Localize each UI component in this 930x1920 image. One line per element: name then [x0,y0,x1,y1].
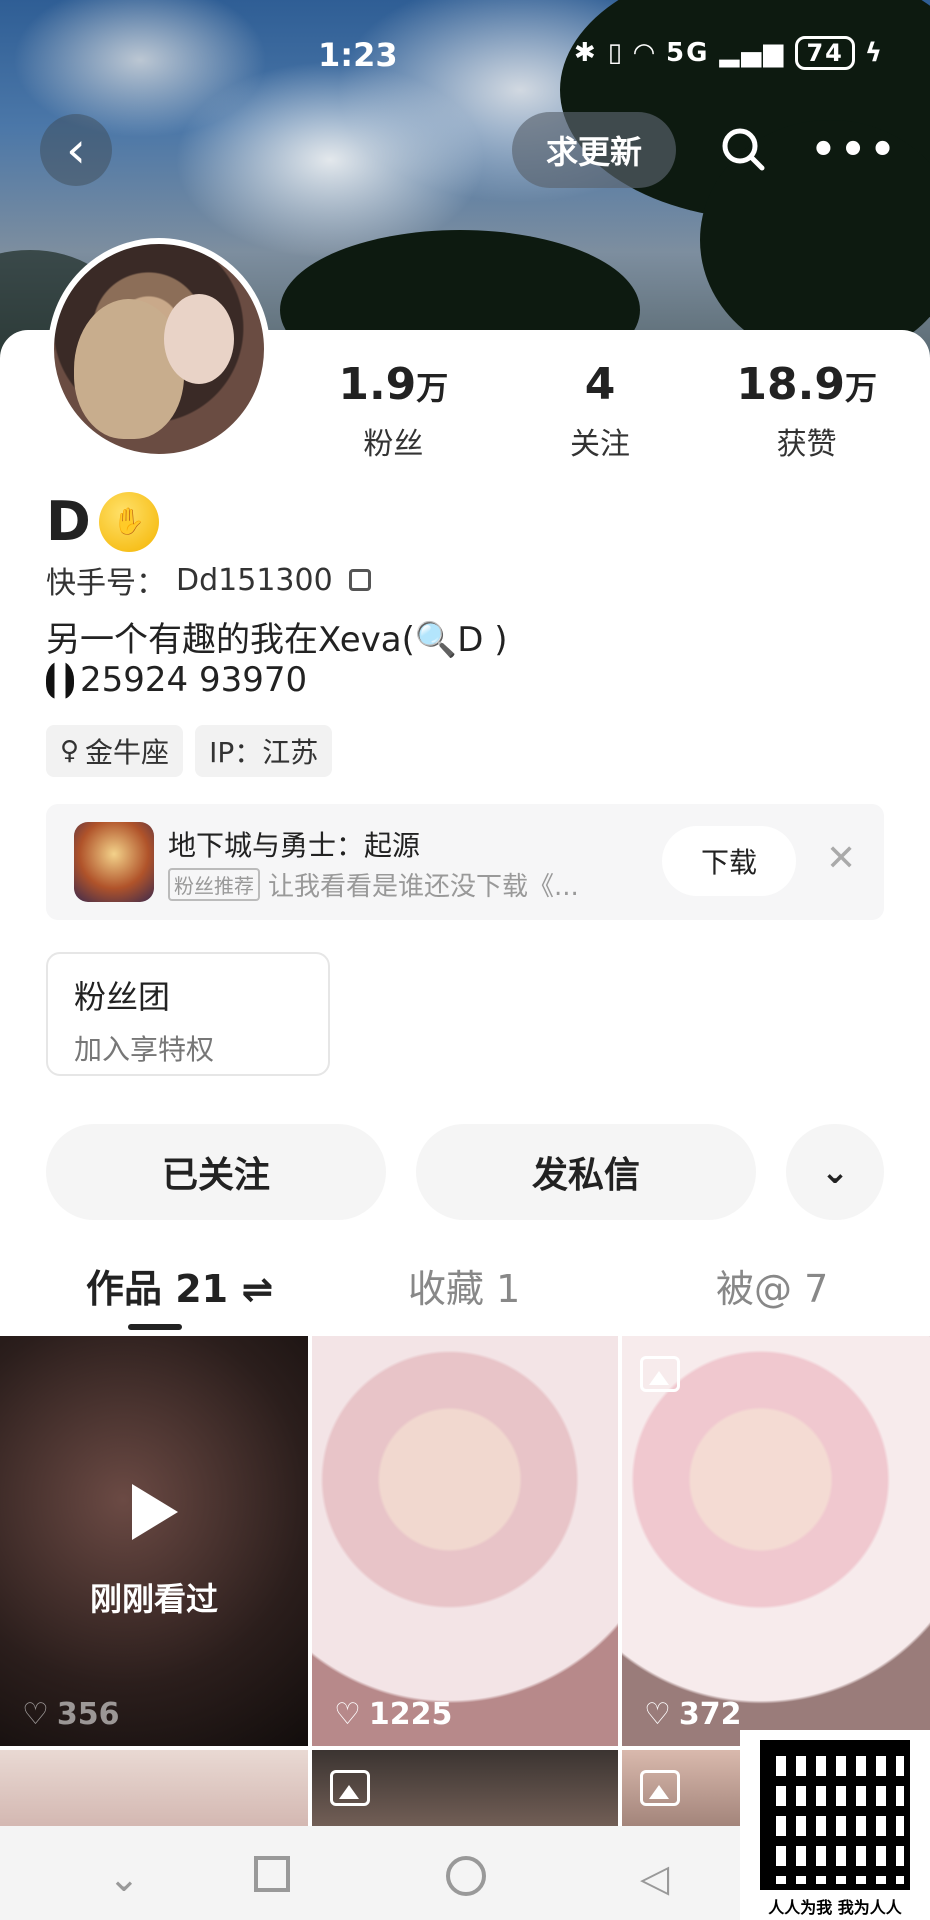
chevron-down-icon: ⌄ [820,1152,850,1192]
bio-line: 25924 93970 [46,660,307,700]
tag-label: 金牛座 [85,736,170,769]
tag-ip-location: IP：江苏 [195,725,333,777]
hide-nav-icon[interactable]: ⌄ [108,1856,140,1900]
more-button[interactable]: ••• [811,120,896,180]
heart-icon: ♡ [22,1697,49,1732]
photo-album-icon [640,1356,680,1392]
tab-favorites[interactable]: 收藏 1 [408,1258,520,1313]
bluetooth-icon: ✱ [573,38,598,68]
signal-icon: ▂▄▆ [719,38,786,68]
bio-qq-number: 25924 93970 [80,660,308,700]
ad-subtitle: 粉丝推荐 让我看看是谁还没下载《... [168,866,579,903]
watermark-text: 人人为我 我为人人 [768,1898,902,1917]
grid-item[interactable]: 刚刚看过 ♡ 356 [0,1336,308,1746]
fan-recommend-badge: 粉丝推荐 [168,868,260,901]
profile-tags: ♀ 金牛座 IP：江苏 [46,725,333,777]
play-icon [132,1484,178,1540]
copy-icon[interactable] [348,569,371,591]
fan-club-subtitle: 加入享特权 [74,1033,215,1066]
request-update-button[interactable]: 求更新 [512,112,676,188]
search-icon [722,128,765,171]
back-triangle-icon[interactable]: ◁ [640,1856,669,1900]
like-count-value: 356 [56,1697,120,1732]
fan-club-title: 粉丝团 [74,978,171,1016]
more-actions-button[interactable]: ⌄ [786,1124,884,1220]
more-dots-icon: ••• [810,127,900,173]
tag-label: IP：江苏 [209,736,319,769]
tab-works[interactable]: 作品 21 ⇌ [86,1258,273,1313]
like-count: ♡ 356 [22,1697,120,1732]
active-tab-indicator [128,1324,182,1330]
profile-name: D ✋ [46,490,159,553]
stat-number: 18.9 [736,359,845,410]
ad-subtitle-text: 让我看看是谁还没下载《... [268,872,579,902]
profile-actions: 已关注 发私信 ⌄ [46,1124,884,1220]
back-button[interactable]: ‹ [40,114,112,186]
stat-likes[interactable]: 18.9万 获赞 [703,359,910,463]
qr-code-icon [760,1740,910,1890]
grid-item[interactable]: ♡ 1225 [312,1336,618,1746]
following-button[interactable]: 已关注 [46,1124,386,1220]
tag-zodiac: ♀ 金牛座 [46,725,184,777]
stat-number: 1.9 [338,359,417,410]
like-count-value: 1225 [368,1697,453,1732]
profile-stats: 1.9万 粉丝 4 关注 18.9万 获赞 [290,359,910,463]
close-icon[interactable]: ✕ [826,838,856,879]
network-type: 5G [666,38,710,68]
stat-unit: 万 [416,369,449,407]
avatar[interactable] [48,238,270,460]
like-count: ♡ 372 [644,1697,742,1732]
stat-following[interactable]: 4 关注 [497,359,704,463]
download-button[interactable]: 下载 [662,826,796,896]
recently-watched-label: 刚刚看过 [89,1580,218,1618]
game-thumbnail [74,822,154,902]
status-bar: 1:23 ✱ ▯ ◠ 5G ▂▄▆ 74 ϟ [0,0,930,110]
uid-value: Dd151300 [176,562,333,598]
stat-label: 获赞 [776,427,837,462]
stat-number: 4 [584,359,616,410]
stat-label: 关注 [570,427,630,462]
stat-followers[interactable]: 1.9万 粉丝 [290,359,497,463]
wifi-icon: ◠ [634,38,656,68]
charging-icon: ϟ [864,38,884,68]
ad-title: 地下城与勇士：起源 [168,829,421,862]
fan-club-card[interactable]: 粉丝团 加入享特权 [46,952,330,1076]
vibrate-icon: ▯ [607,38,624,68]
tab-mentions[interactable]: 被@ 7 [716,1258,828,1313]
heart-icon: ♡ [334,1697,361,1732]
like-count-value: 372 [678,1697,742,1732]
penguin-icon [46,661,74,699]
stat-unit: 万 [844,369,877,407]
home-icon[interactable] [446,1856,486,1896]
battery-level: 74 [795,36,855,70]
qr-code-watermark: 人人为我 我为人人 [740,1730,930,1920]
like-count: ♡ 1225 [334,1697,452,1732]
female-symbol-icon: ♀ [60,736,80,766]
photo-album-icon [640,1770,680,1806]
uid-label: 快手号： [46,566,166,601]
profile-uid: 快手号： Dd151300 [46,558,371,602]
avatar-face [164,294,234,384]
recents-icon[interactable] [254,1856,290,1892]
heart-icon: ♡ [644,1697,671,1732]
status-time: 1:23 [318,36,398,74]
hand-over-mouth-emoji-icon: ✋ [98,491,159,552]
bio-line: 另一个有趣的我在Xeva(🔍D ) [46,620,508,660]
chevron-left-icon: ‹ [66,121,86,179]
status-icons: ✱ ▯ ◠ 5G ▂▄▆ 74 ϟ [574,36,884,70]
content-tabs: 作品 21 ⇌ 收藏 1 被@ 7 [0,1258,930,1330]
search-button[interactable] [714,120,774,180]
photo-album-icon [330,1770,370,1806]
game-ad-banner[interactable]: 地下城与勇士：起源 粉丝推荐 让我看看是谁还没下载《... 下载 ✕ [46,804,884,920]
stat-label: 粉丝 [363,427,424,462]
profile-name-text: D [46,490,91,553]
send-message-button[interactable]: 发私信 [416,1124,756,1220]
grid-item[interactable]: ♡ 372 [622,1336,930,1746]
